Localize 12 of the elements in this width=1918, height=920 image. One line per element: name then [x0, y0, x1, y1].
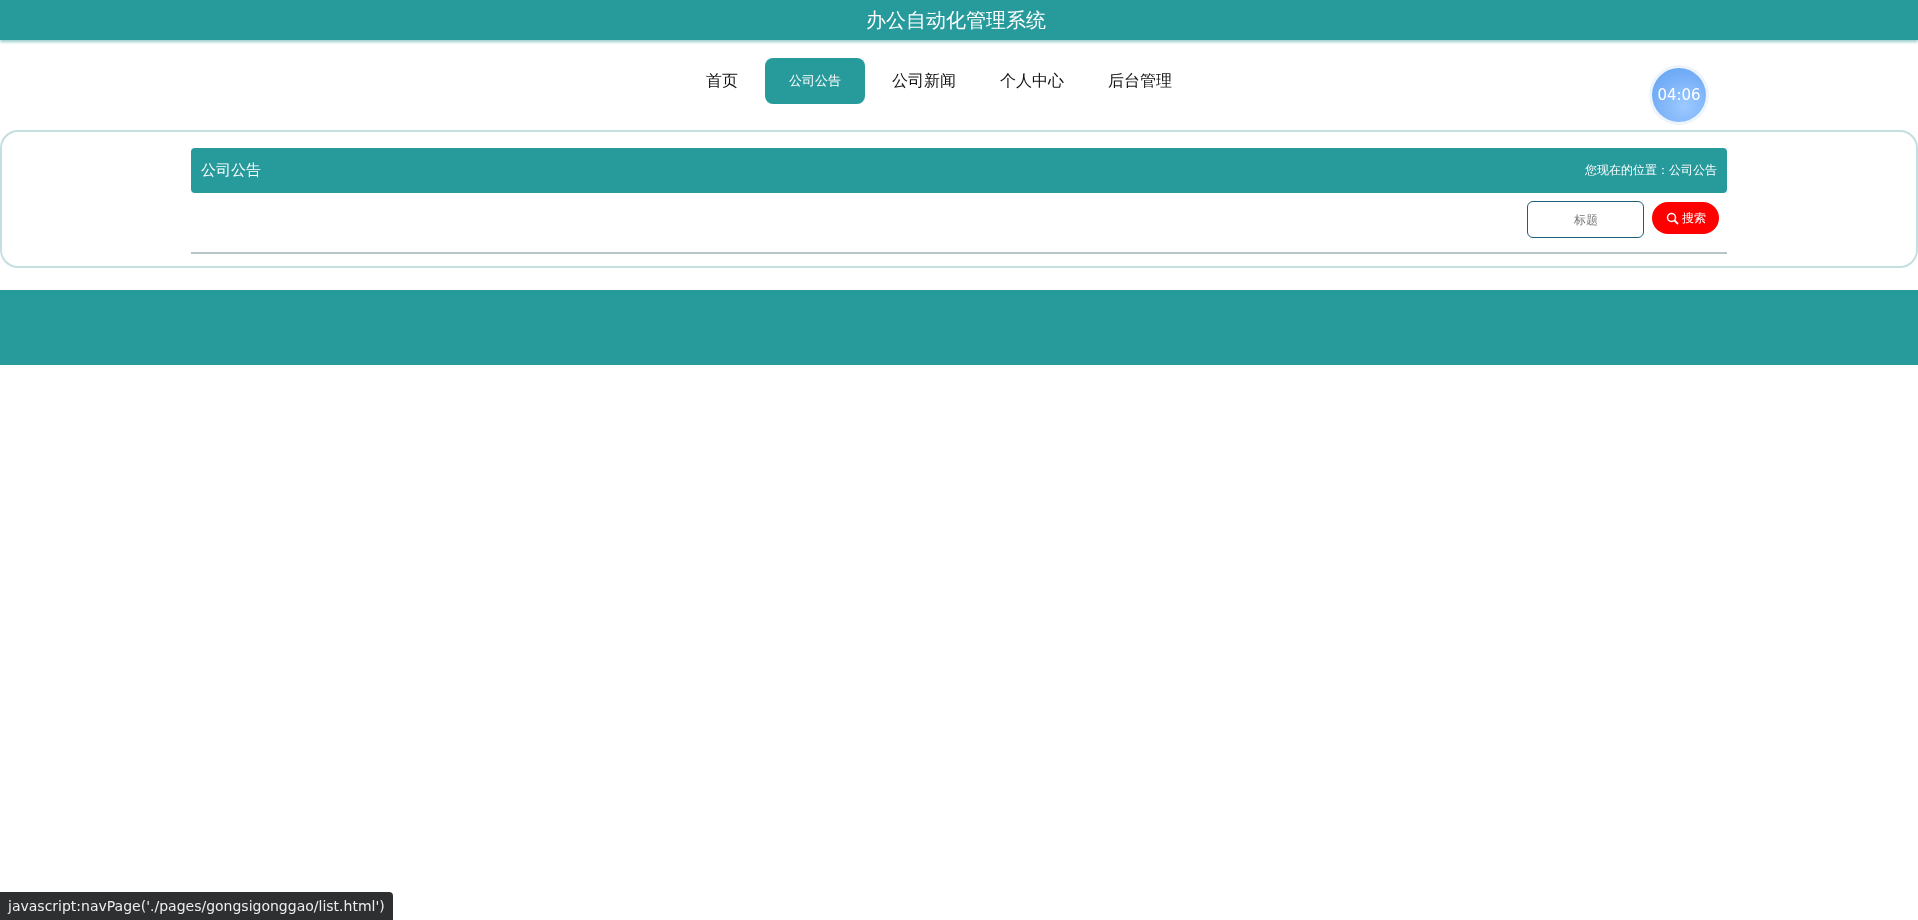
site-title: 办公自动化管理系统: [866, 6, 1046, 34]
status-url: javascript:navPage('./pages/gongsigonggao/list.html'): [0, 892, 393, 920]
panel-title: 公司公告: [201, 161, 261, 180]
breadcrumb: 您现在的位置：公司公告: [1585, 162, 1717, 179]
nav-tab[interactable]: 公司新闻: [875, 58, 973, 104]
nav-tab[interactable]: 个人中心: [983, 58, 1081, 104]
nav-tab[interactable]: 首页: [689, 58, 755, 104]
clock-time: 04:06: [1657, 86, 1701, 104]
search-button[interactable]: 搜索: [1652, 202, 1719, 234]
search-field[interactable]: 标题: [1527, 201, 1644, 238]
nav-tab[interactable]: 后台管理: [1091, 58, 1189, 104]
search-icon: [1665, 211, 1679, 225]
